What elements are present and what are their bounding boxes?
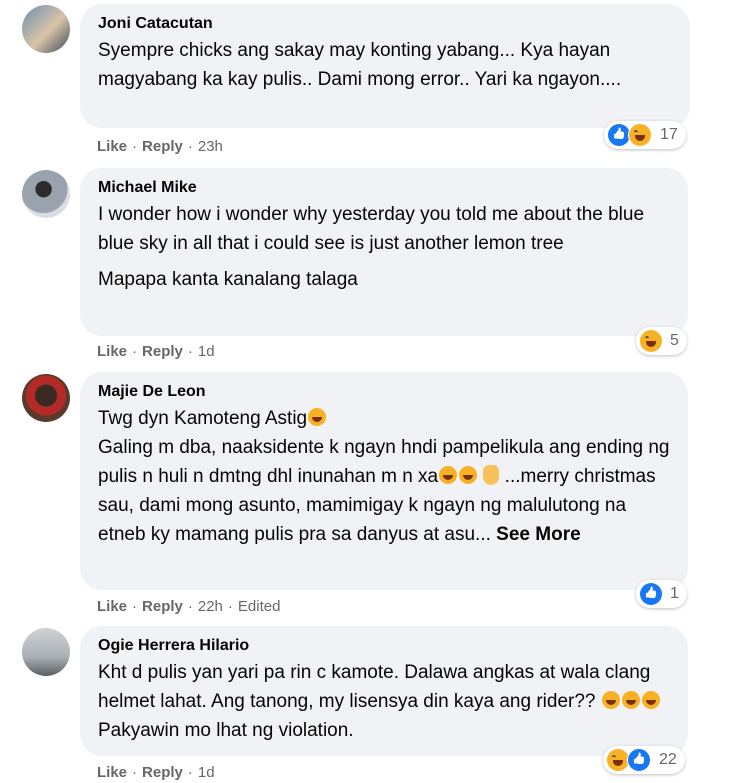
- comment-actions: Like · Reply · 23h: [97, 135, 223, 157]
- laughing-emoji-icon: [308, 408, 327, 426]
- haha-icon: [607, 749, 629, 771]
- timestamp[interactable]: 1d: [198, 764, 215, 781]
- timestamp[interactable]: 1d: [198, 343, 215, 360]
- separator-dot: ·: [187, 342, 193, 360]
- comment-text: I wonder how i wonder why yesterday you …: [98, 200, 670, 294]
- reaction-count: 5: [670, 332, 679, 349]
- comment-actions: Like · Reply · 22h · Edited: [97, 595, 280, 617]
- comment-text: Kht d pulis yan yari pa rin c kamote. Da…: [98, 658, 670, 745]
- avatar[interactable]: [22, 5, 70, 53]
- comment-paragraph: Twg dyn Kamoteng Astig Galing m dba, naa…: [98, 404, 670, 549]
- comment-bubble: Majie De Leon Twg dyn Kamoteng Astig Gal…: [80, 372, 688, 590]
- comment-paragraph: I wonder how i wonder why yesterday you …: [98, 204, 645, 254]
- reaction-count: 22: [659, 751, 677, 768]
- like-icon: [608, 124, 630, 146]
- comment-paragraph: Kht d pulis yan yari pa rin c kamote. Da…: [98, 658, 670, 745]
- comment-actions: Like · Reply · 1d: [97, 761, 215, 783]
- like-icon: [640, 583, 662, 605]
- comment-line: Kht d pulis yan yari pa rin c kamote. Da…: [98, 662, 651, 712]
- comment-author[interactable]: Majie De Leon: [98, 382, 670, 402]
- separator-dot: ·: [132, 763, 138, 781]
- like-icon: [627, 748, 651, 772]
- comment-bubble: Joni Catacutan Syempre chicks ang sakay …: [80, 4, 690, 128]
- edited-label: Edited: [237, 597, 281, 615]
- reaction-count: 1: [670, 585, 679, 602]
- separator-dot: ·: [187, 763, 193, 781]
- reply-link[interactable]: Reply: [142, 764, 183, 781]
- reaction-summary[interactable]: 1: [636, 580, 687, 608]
- like-link[interactable]: Like: [97, 764, 127, 781]
- separator-dot: ·: [132, 342, 138, 360]
- haha-icon: [628, 123, 652, 147]
- reply-link[interactable]: Reply: [142, 343, 183, 360]
- comment-author[interactable]: Ogie Herrera Hilario: [98, 636, 670, 656]
- comment-actions: Like · Reply · 1d: [97, 340, 215, 362]
- haha-icon: [640, 330, 662, 352]
- laughing-emoji-icon: [601, 691, 620, 709]
- like-link[interactable]: Like: [97, 343, 127, 360]
- timestamp[interactable]: 22h: [198, 598, 223, 615]
- like-link[interactable]: Like: [97, 138, 127, 155]
- laughing-emoji-icon: [641, 691, 660, 709]
- reaction-summary[interactable]: 17: [604, 121, 686, 149]
- comment-paragraph: Mapapa kanta kanalang talaga: [98, 269, 358, 290]
- comment-line: Twg dyn Kamoteng Astig: [98, 408, 308, 429]
- reaction-count: 17: [660, 126, 678, 143]
- timestamp[interactable]: 23h: [198, 138, 223, 155]
- reaction-summary[interactable]: 5: [636, 327, 687, 355]
- comment-author[interactable]: Michael Mike: [98, 178, 670, 198]
- sweat-smile-emoji-icon: [439, 466, 458, 484]
- avatar[interactable]: [22, 374, 70, 422]
- like-link[interactable]: Like: [97, 598, 127, 615]
- comment-bubble: Ogie Herrera Hilario Kht d pulis yan yar…: [80, 626, 688, 756]
- avatar[interactable]: [22, 170, 70, 218]
- comment-bubble: Michael Mike I wonder how i wonder why y…: [80, 168, 688, 336]
- separator-dot: ·: [187, 137, 193, 155]
- reply-link[interactable]: Reply: [142, 598, 183, 615]
- see-more-link[interactable]: See More: [496, 524, 580, 545]
- rofl-emoji-icon: [459, 466, 478, 484]
- reply-link[interactable]: Reply: [142, 138, 183, 155]
- comment-text: Twg dyn Kamoteng Astig Galing m dba, naa…: [98, 404, 670, 549]
- reaction-summary[interactable]: 22: [603, 746, 685, 774]
- peace-hand-icon: [483, 465, 500, 485]
- comment-line: Pakyawin mo lhat ng violation.: [98, 720, 354, 741]
- separator-dot: ·: [132, 137, 138, 155]
- avatar[interactable]: [22, 628, 70, 676]
- separator-dot: ·: [187, 597, 193, 615]
- comment-paragraph: Syempre chicks ang sakay may konting yab…: [98, 40, 622, 90]
- separator-dot: ·: [227, 597, 233, 615]
- laughing-emoji-icon: [621, 691, 640, 709]
- comment-author[interactable]: Joni Catacutan: [98, 14, 672, 34]
- separator-dot: ·: [132, 597, 138, 615]
- comment-text: Syempre chicks ang sakay may konting yab…: [98, 36, 672, 94]
